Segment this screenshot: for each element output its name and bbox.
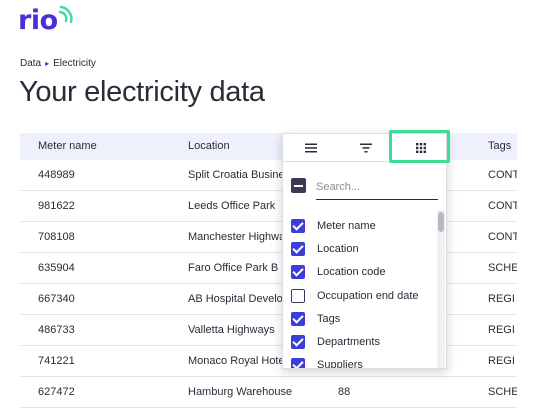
cell-meter-name: 448989: [38, 169, 75, 181]
tab-columns[interactable]: [393, 134, 446, 162]
column-toggle-item[interactable]: Occupation end date: [291, 284, 431, 307]
column-menu-popup: Meter name Location Location code Occupa…: [282, 133, 447, 369]
cell-meter-name: 635904: [38, 262, 75, 274]
cell-meter-name: 627472: [38, 386, 75, 398]
breadcrumb-separator-icon: ▸: [45, 59, 50, 68]
cell-tags: CONT: [488, 200, 517, 212]
page-title: Your electricity data: [19, 76, 265, 108]
cell-tags: SCHE: [488, 262, 517, 274]
cell-tags: SCHE: [488, 386, 517, 398]
cell-meter-name: 981622: [38, 200, 75, 212]
column-checkbox[interactable]: [291, 311, 305, 326]
column-toggle-item[interactable]: Tags: [291, 307, 431, 330]
column-checkbox[interactable]: [291, 358, 305, 368]
column-toggle-label: Occupation end date: [317, 289, 419, 302]
breadcrumb: Data ▸ Electricity: [20, 58, 96, 69]
column-toggle-label: Location code: [317, 266, 386, 279]
column-search-input[interactable]: [316, 174, 438, 200]
cell-location-code: 88: [338, 386, 351, 398]
column-toggle-item[interactable]: Departments: [291, 330, 431, 353]
cell-location: Hamburg Warehouse: [188, 386, 293, 398]
tab-filter[interactable]: [338, 134, 393, 162]
column-checkbox[interactable]: [291, 218, 305, 233]
column-toggle-label: Suppliers: [317, 359, 363, 369]
logo-text: rio: [18, 5, 58, 36]
column-toggle-list: Meter name Location Location code Occupa…: [291, 214, 431, 369]
cell-tags: CONT: [488, 169, 517, 181]
column-toggle-item[interactable]: Location: [291, 237, 431, 260]
column-toggle-item[interactable]: Location code: [291, 261, 431, 284]
cell-tags: CONT: [488, 231, 517, 243]
cell-tags: REGI: [488, 324, 515, 336]
cell-meter-name: 708108: [38, 231, 75, 243]
tab-general-menu[interactable]: [283, 134, 338, 162]
column-list-scrollbar[interactable]: [437, 210, 445, 368]
breadcrumb-data[interactable]: Data: [20, 58, 41, 69]
column-toggle-label: Tags: [317, 312, 341, 325]
column-toggle-item[interactable]: Suppliers: [291, 354, 431, 369]
header-tags[interactable]: Tags: [488, 133, 517, 160]
table-row[interactable]: 627472 Hamburg Warehouse 88 SCHE: [20, 377, 517, 408]
breadcrumb-electricity: Electricity: [53, 58, 96, 69]
menu-lines-icon: [304, 143, 317, 153]
column-checkbox[interactable]: [291, 265, 305, 280]
select-all-checkbox[interactable]: [291, 178, 306, 193]
column-menu-tabs: [283, 134, 446, 162]
column-toggle-label: Location: [317, 242, 359, 255]
column-toggle-item[interactable]: Meter name: [291, 214, 431, 237]
column-checkbox[interactable]: [291, 241, 305, 256]
cell-tags: REGI: [488, 293, 515, 305]
header-meter-name[interactable]: Meter name: [38, 133, 178, 160]
cell-meter-name: 741221: [38, 355, 75, 367]
cell-meter-name: 486733: [38, 324, 75, 336]
column-checkbox[interactable]: [291, 335, 305, 350]
column-toggle-label: Departments: [317, 336, 380, 349]
filter-icon: [359, 143, 372, 153]
column-search-row: [291, 172, 441, 202]
rio-logo[interactable]: rio: [18, 4, 78, 38]
column-toggle-label: Meter name: [317, 219, 376, 232]
signal-arcs-icon: [58, 5, 73, 24]
cell-meter-name: 667340: [38, 293, 75, 305]
scrollbar-thumb[interactable]: [438, 212, 444, 232]
grid-icon: [415, 143, 426, 153]
cell-tags: REGI: [488, 355, 515, 367]
column-checkbox[interactable]: [291, 288, 305, 303]
